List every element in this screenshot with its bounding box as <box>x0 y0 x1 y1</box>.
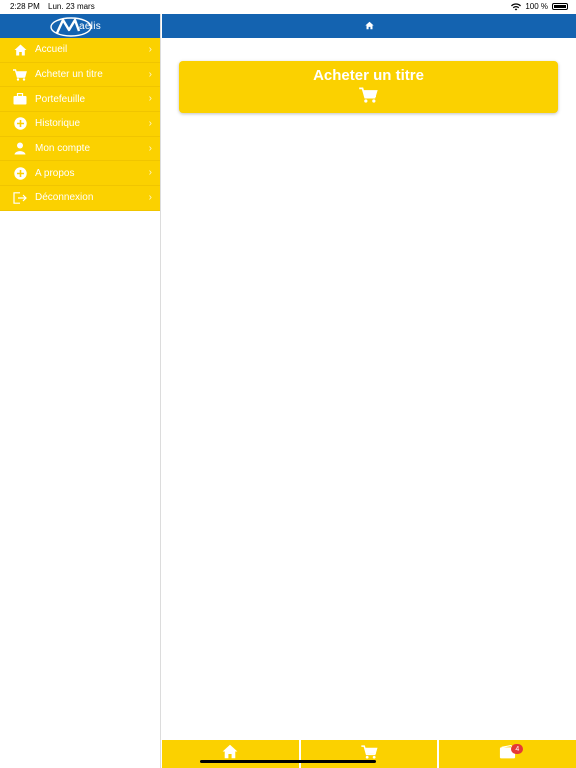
briefcase-icon <box>13 92 27 106</box>
home-icon[interactable] <box>364 17 374 35</box>
chevron-right-icon: › <box>148 192 152 204</box>
sidebar-item-portefeuille[interactable]: Portefeuille › <box>0 87 160 113</box>
home-icon <box>13 43 27 57</box>
tab-home[interactable] <box>162 740 299 768</box>
sidebar-item-label: Acheter un titre <box>35 69 103 81</box>
chevron-right-icon: › <box>148 93 152 105</box>
sidebar-item-label: Mon compte <box>35 143 91 155</box>
sidebar-item-label: Déconnexion <box>35 192 94 204</box>
sidebar-item-label: Portefeuille <box>35 93 86 105</box>
chevron-right-icon: › <box>148 44 152 55</box>
sidebar-item-label: Historique <box>35 118 81 130</box>
bottom-tabbar: 4 <box>162 740 576 768</box>
main-header <box>162 14 576 38</box>
sidebar-item-label: Accueil <box>35 44 68 56</box>
wifi-icon <box>511 2 522 10</box>
logout-icon <box>13 191 27 205</box>
user-icon <box>13 142 27 156</box>
sidebar-item-accueil[interactable]: Accueil › <box>0 38 160 63</box>
chevron-right-icon: › <box>148 118 152 130</box>
tab-cart[interactable] <box>300 740 438 768</box>
cart-icon <box>13 68 27 82</box>
sidebar: aelis Accueil › Acheter un titre › Porte… <box>0 14 161 768</box>
sidebar-item-mon-compte[interactable]: Mon compte › <box>0 137 160 162</box>
chevron-right-icon: › <box>148 142 152 154</box>
home-indicator <box>200 760 376 763</box>
plus-circle-icon <box>13 117 27 131</box>
sidebar-menu: Accueil › Acheter un titre › Portefeuill… <box>0 38 160 211</box>
sidebar-item-label: A propos <box>35 167 75 179</box>
sidebar-item-deconnexion[interactable]: Déconnexion › <box>0 186 160 211</box>
battery-percent: 100 % <box>525 2 548 11</box>
sidebar-item-acheter[interactable]: Acheter un titre › <box>0 63 160 88</box>
buy-ticket-card[interactable]: Acheter un titre <box>179 61 558 113</box>
battery-icon <box>552 3 568 10</box>
status-date: Lun. 23 mars <box>48 2 95 11</box>
status-bar: 2:28 PM Lun. 23 mars 100 % <box>0 0 576 14</box>
buy-ticket-title: Acheter un titre <box>313 66 424 84</box>
cart-icon <box>359 86 378 108</box>
status-time: 2:28 PM <box>10 2 40 11</box>
sidebar-item-a-propos[interactable]: A propos › <box>0 161 160 187</box>
chevron-right-icon: › <box>148 68 152 80</box>
sidebar-header: aelis <box>0 14 160 38</box>
plus-circle-icon <box>13 166 27 180</box>
tab-wallet[interactable]: 4 <box>439 740 576 768</box>
logo-text: aelis <box>79 21 102 32</box>
chevron-right-icon: › <box>148 167 152 179</box>
maelis-logo[interactable]: aelis <box>49 15 111 37</box>
sidebar-item-historique[interactable]: Historique › <box>0 112 160 137</box>
wallet-badge: 4 <box>511 744 524 754</box>
